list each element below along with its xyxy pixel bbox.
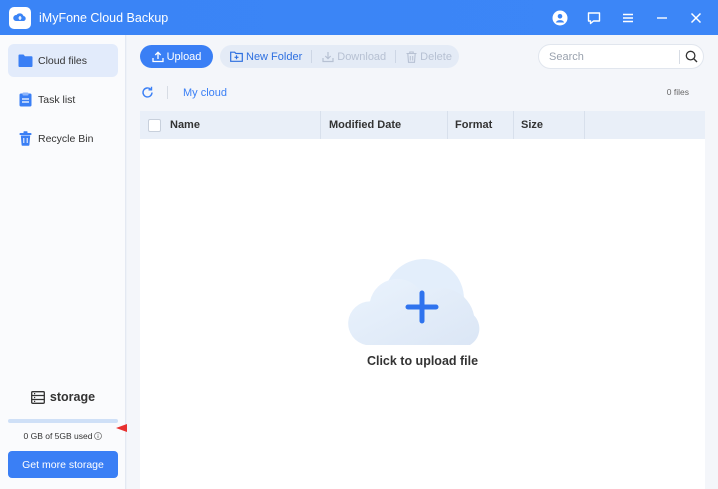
sidebar-item-label: Recycle Bin — [38, 132, 94, 145]
sidebar-item-recycle-bin[interactable]: Recycle Bin — [8, 122, 118, 155]
get-more-storage-button[interactable]: Get more storage — [8, 451, 118, 478]
upload-icon — [151, 50, 164, 63]
file-count: 0 files — [666, 87, 689, 97]
folder-icon — [17, 53, 33, 69]
sidebar-item-label: Cloud files — [38, 54, 88, 67]
storage-icon — [30, 390, 45, 404]
trash-icon — [17, 131, 33, 147]
upload-prompt-text[interactable]: Click to upload file — [140, 354, 705, 368]
delete-button[interactable]: Delete — [406, 51, 452, 63]
sidebar-item-task-list[interactable]: Task list — [8, 83, 118, 116]
main-panel: Upload New Folder Download Delete Search… — [127, 35, 718, 489]
download-icon — [322, 51, 334, 63]
divider — [395, 50, 397, 63]
storage-title: storage — [49, 390, 96, 404]
info-icon[interactable] — [94, 432, 103, 440]
upload-cloud-icon[interactable] — [346, 257, 498, 350]
storage-usage: 0 GB of 5GB used — [0, 431, 126, 441]
new-folder-label: New Folder — [246, 50, 303, 63]
path-bar: My cloud 0 files — [127, 80, 718, 105]
user-icon[interactable] — [548, 6, 572, 30]
search-input[interactable] — [549, 50, 679, 63]
breadcrumb-my-cloud[interactable]: My cloud — [183, 87, 227, 99]
download-label: Download — [337, 50, 387, 63]
menu-icon[interactable] — [616, 6, 640, 30]
sidebar-item-label: Task list — [38, 93, 76, 106]
sidebar-item-cloud-files[interactable]: Cloud files — [8, 44, 118, 77]
clipboard-icon — [17, 92, 33, 108]
close-icon[interactable] — [684, 6, 708, 30]
search-box — [538, 44, 704, 69]
delete-icon — [406, 50, 417, 63]
new-folder-icon — [230, 51, 243, 62]
download-button[interactable]: Download — [322, 51, 386, 63]
storage-heading: storage — [0, 390, 126, 404]
file-actions-group: New Folder Download Delete — [220, 45, 459, 68]
storage-progress-bar — [8, 419, 118, 423]
search-icon[interactable] — [680, 50, 703, 63]
refresh-icon[interactable] — [141, 86, 154, 99]
delete-label: Delete — [420, 50, 452, 63]
empty-state: Click to upload file — [140, 111, 705, 489]
file-table: Name Modified Date Format Size Click to … — [140, 111, 705, 489]
feedback-icon[interactable] — [582, 6, 606, 30]
toolbar: Upload New Folder Download Delete Search — [127, 35, 718, 77]
app-logo-icon — [9, 6, 31, 29]
minimize-icon[interactable] — [650, 6, 674, 30]
app-title: iMyFone Cloud Backup — [39, 10, 169, 25]
storage-usage-text: 0 GB of 5GB used — [23, 431, 93, 441]
upload-button[interactable]: Upload — [140, 45, 213, 68]
divider — [167, 86, 168, 99]
title-bar: iMyFone Cloud Backup — [0, 0, 718, 35]
divider — [311, 50, 313, 63]
new-folder-button[interactable]: New Folder — [230, 51, 302, 63]
sidebar: Cloud files Task list Recycle Bin storag… — [0, 35, 126, 489]
upload-label: Upload — [166, 50, 202, 63]
